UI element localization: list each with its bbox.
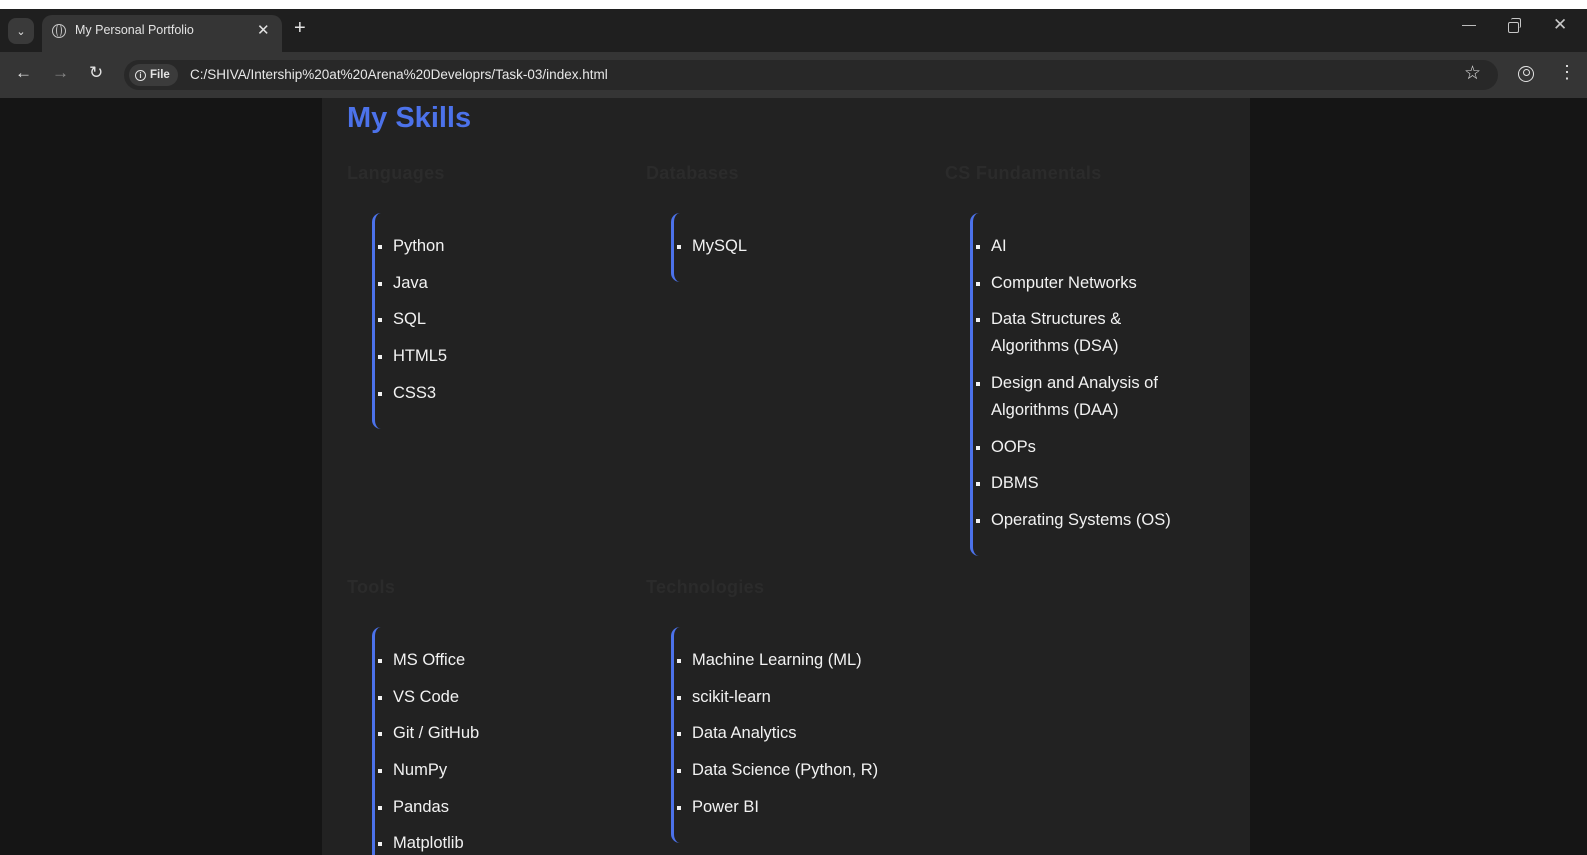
- list-item: SQL: [378, 306, 627, 333]
- browser-tab[interactable]: My Personal Portfolio ✕: [42, 15, 282, 52]
- tab-search-button[interactable]: ⌄: [8, 18, 34, 44]
- minimize-icon[interactable]: —: [1462, 16, 1476, 32]
- list-item: MS Office: [378, 647, 627, 674]
- list-item: Design and Analysis of Algorithms (DAA): [976, 370, 1190, 424]
- reload-icon[interactable]: ↻: [89, 63, 103, 83]
- menu-dots-icon[interactable]: ⋮: [1558, 62, 1576, 83]
- skills-section: My Skills Languages Python Java SQL HTML…: [322, 98, 1250, 855]
- skill-list: AI Computer Networks Data Structures & A…: [970, 213, 1190, 557]
- url-text[interactable]: C:/SHIVA/Intership%20at%20Arena%20Develo…: [190, 67, 608, 82]
- list-item: Data Structures & Algorithms (DSA): [976, 306, 1190, 360]
- page-viewport: My Skills Languages Python Java SQL HTML…: [0, 98, 1587, 855]
- list-item: Git / GitHub: [378, 720, 627, 747]
- group-title: Technologies: [646, 577, 765, 597]
- info-icon: i: [135, 69, 146, 81]
- restore-icon[interactable]: [1508, 18, 1521, 33]
- list-item: Computer Networks: [976, 270, 1190, 297]
- list-item: HTML5: [378, 343, 627, 370]
- globe-icon: [52, 24, 66, 38]
- skill-list: Python Java SQL HTML5 CSS3: [372, 213, 627, 429]
- close-tab-icon[interactable]: ✕: [257, 21, 270, 39]
- profile-icon[interactable]: [1518, 66, 1534, 82]
- new-tab-button[interactable]: +: [294, 17, 306, 40]
- list-item: Machine Learning (ML): [677, 647, 926, 674]
- list-item: Power BI: [677, 794, 926, 821]
- forward-arrow-icon[interactable]: →: [52, 63, 69, 83]
- group-title: CS Fundamentals: [945, 163, 1102, 183]
- bookmark-star-icon[interactable]: ☆: [1464, 62, 1481, 85]
- group-title: Databases: [646, 163, 739, 183]
- list-item: CSS3: [378, 380, 627, 407]
- skill-list: MySQL: [671, 213, 926, 282]
- list-item: Pandas: [378, 794, 627, 821]
- list-item: OOPs: [976, 434, 1190, 461]
- list-item: AI: [976, 233, 1190, 260]
- list-item: Data Analytics: [677, 720, 926, 747]
- address-bar[interactable]: i File C:/SHIVA/Intership%20at%20Arena%2…: [124, 60, 1498, 90]
- group-title: Tools: [347, 577, 396, 597]
- skill-group-cs-fundamentals: CS Fundamentals AI Computer Networks Dat…: [945, 163, 1190, 557]
- skill-group-languages: Languages Python Java SQL HTML5 CSS3: [347, 163, 627, 429]
- list-item: NumPy: [378, 757, 627, 784]
- window-close-icon[interactable]: ✕: [1553, 15, 1567, 35]
- tab-strip: ⌄ My Personal Portfolio ✕ + — ✕: [0, 0, 1587, 52]
- list-item: Operating Systems (OS): [976, 507, 1190, 534]
- chevron-down-icon: ⌄: [16, 25, 26, 38]
- list-item: Matplotlib: [378, 830, 627, 855]
- group-title: Languages: [347, 163, 445, 183]
- list-item: scikit-learn: [677, 684, 926, 711]
- skill-list: MS Office VS Code Git / GitHub NumPy Pan…: [372, 627, 627, 855]
- screen-top-edge: [0, 0, 1587, 9]
- skill-group-technologies: Technologies Machine Learning (ML) sciki…: [646, 577, 926, 843]
- site-info-chip[interactable]: i File: [129, 64, 178, 86]
- skill-list: Machine Learning (ML) scikit-learn Data …: [671, 627, 926, 843]
- list-item: Data Science (Python, R): [677, 757, 926, 784]
- list-item: MySQL: [677, 233, 926, 260]
- list-item: DBMS: [976, 470, 1190, 497]
- list-item: Java: [378, 270, 627, 297]
- browser-toolbar: ← → ↻ i File C:/SHIVA/Intership%20at%20A…: [0, 52, 1587, 98]
- section-title: My Skills: [347, 102, 472, 134]
- back-arrow-icon[interactable]: ←: [15, 63, 32, 83]
- site-info-label: File: [150, 69, 170, 81]
- list-item: VS Code: [378, 684, 627, 711]
- skill-group-tools: Tools MS Office VS Code Git / GitHub Num…: [347, 577, 627, 855]
- list-item: Python: [378, 233, 627, 260]
- skill-group-databases: Databases MySQL: [646, 163, 926, 282]
- tab-title: My Personal Portfolio: [75, 23, 194, 37]
